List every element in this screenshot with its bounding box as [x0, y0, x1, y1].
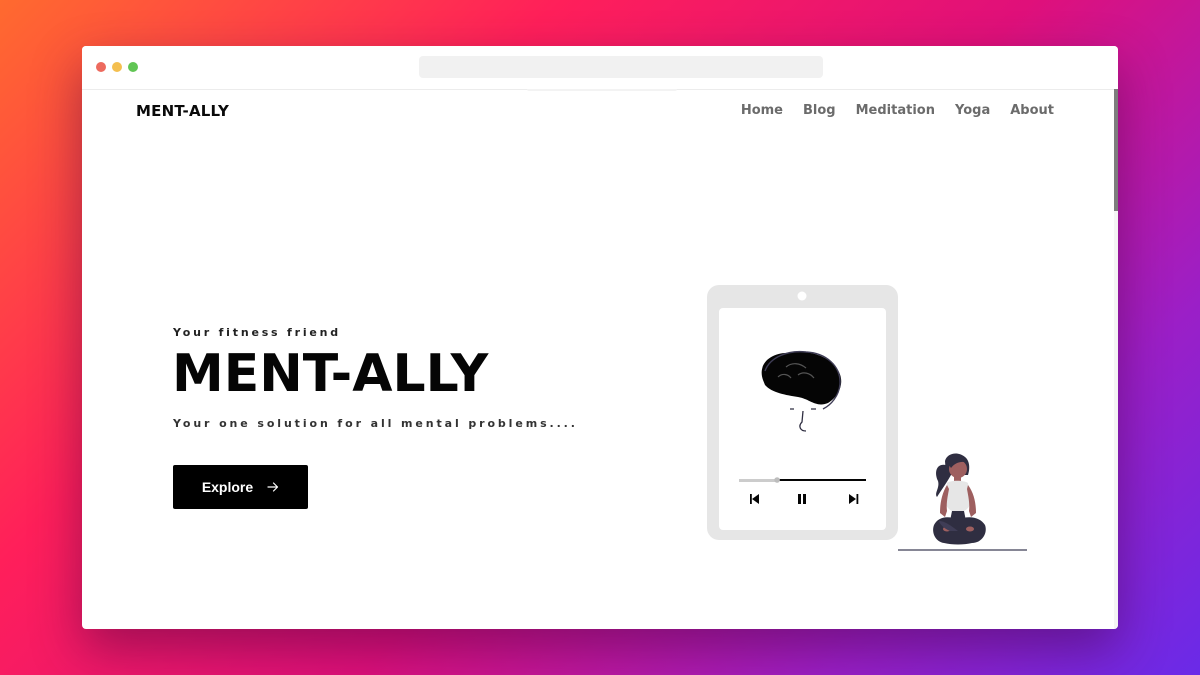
maximize-window-button[interactable] — [128, 62, 138, 72]
explore-button[interactable]: Explore — [173, 465, 308, 509]
main-nav: Home Blog Meditation Yoga About — [741, 103, 1054, 118]
progress-knob[interactable] — [774, 477, 780, 483]
minimize-window-button[interactable] — [112, 62, 122, 72]
meditation-illustration — [707, 285, 1027, 551]
page-content: MENT-ALLY Home Blog Meditation Yoga Abou… — [82, 90, 1114, 629]
nav-home[interactable]: Home — [741, 103, 783, 118]
arrow-right-icon — [267, 482, 279, 492]
site-logo[interactable]: MENT-ALLY — [136, 102, 229, 120]
nav-blog[interactable]: Blog — [803, 103, 836, 118]
person-meditating — [933, 453, 986, 545]
hero-eyebrow: Your fitness friend — [173, 326, 341, 339]
close-window-button[interactable] — [96, 62, 106, 72]
progress-fill — [739, 479, 778, 482]
nav-about[interactable]: About — [1010, 103, 1054, 118]
nav-meditation[interactable]: Meditation — [856, 103, 935, 118]
browser-window: MENT-ALLY Home Blog Meditation Yoga Abou… — [82, 46, 1118, 629]
hero-title: MENT-ALLY — [172, 344, 489, 404]
hero-tagline: Your one solution for all mental problem… — [173, 417, 578, 430]
scrollbar-thumb[interactable] — [1114, 89, 1118, 211]
explore-button-label: Explore — [201, 479, 254, 495]
address-bar[interactable] — [419, 56, 823, 78]
browser-titlebar — [82, 46, 1118, 90]
nav-yoga[interactable]: Yoga — [955, 103, 990, 118]
